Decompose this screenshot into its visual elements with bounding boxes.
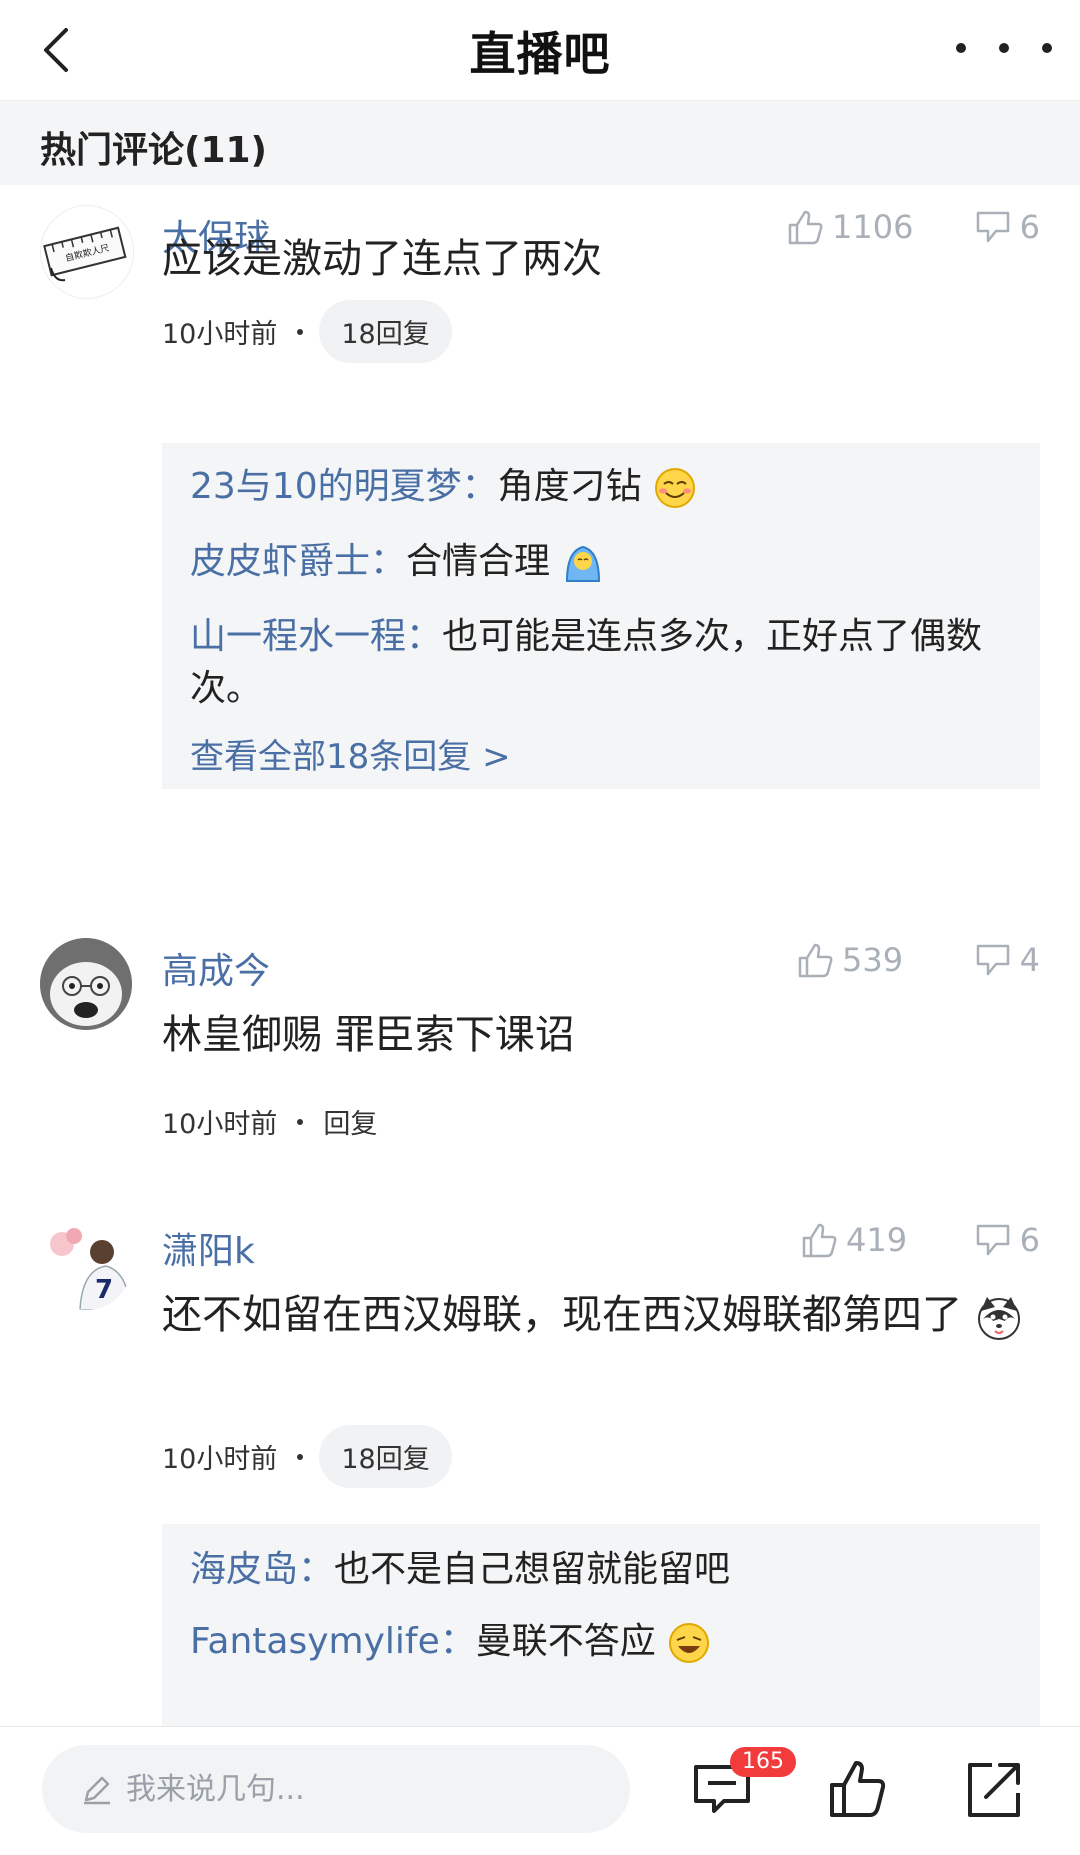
smirk-emoji-icon [655,468,696,508]
share-icon [968,1763,1020,1817]
view-all-replies-link[interactable]: 查看全部18条回复 > [190,729,511,778]
dislike-button[interactable]: 6 [974,1220,1040,1260]
hot-comments-header: 热门评论(11) [0,101,1080,185]
comment-input[interactable] [124,1770,588,1808]
comment-text: 林皇御赐 罪臣索下课诏 [162,1012,575,1058]
avatar[interactable]: 7 [40,1218,132,1310]
replies-panel: 海皮岛：也不是自己想留就能留吧 Fantasymylife：曼联不答应 [162,1524,1040,1726]
thumbs-up-icon [798,943,833,978]
comment-item: 高成今 539 4 林皇御赐 罪臣索下课诏 10小时前 回复 [0,920,1080,1150]
like-icon [830,1761,886,1817]
more-icon [956,43,966,53]
comment-input-box[interactable] [42,1745,630,1833]
bottom-action-bar: 165 [0,1726,1080,1855]
comment-text: 应该是激动了连点了两次 [162,236,602,282]
laughing-emoji-icon [669,1623,710,1663]
comment-item: 7 潇阳k 419 6 还不如留在西汉姆联，现在西汉姆联都第四了 10小时前 1… [0,1200,1080,1726]
reply-item[interactable]: 皮皮虾爵士：合情合理 [190,536,1020,588]
reply-username[interactable]: 山一程水一程： [190,616,442,657]
comment-count-badge: 165 [730,1747,796,1777]
husky-emoji-icon [977,1297,1020,1340]
dog-avatar-image [40,938,132,1030]
dislike-button[interactable]: 4 [974,940,1040,980]
dislike-count: 6 [1019,1221,1040,1259]
ruler-avatar-image: 自欺欺人尺 [43,226,127,282]
reply-count-button[interactable]: 18回复 [319,300,452,363]
comment-username[interactable]: 高成今 [162,942,270,994]
reply-text: 合情合理 [406,541,551,582]
reply-username[interactable]: 皮皮虾爵士： [190,541,406,582]
thumbs-down-icon [976,944,1009,976]
comment-text-content: 还不如留在西汉姆联，现在西汉姆联都第四了 [162,1292,962,1338]
comment-meta: 10小时前 回复 [162,1102,377,1141]
thumbs-up-icon [802,1223,837,1258]
more-button[interactable] [956,28,1052,68]
page-title: 直播吧 [469,27,611,81]
share-button[interactable] [962,1757,1026,1821]
top-nav-bar: 直播吧 [0,0,1080,101]
avatar[interactable]: 自欺欺人尺 [40,205,134,299]
reply-username[interactable]: Fantasymylife： [190,1621,476,1662]
replies-panel: 23与10的明夏梦：角度刁钻 皮皮虾爵士：合情合理 山一程水一程：也可能是连点多… [162,443,1040,789]
reply-username[interactable]: 23与10的明夏梦： [190,466,498,507]
like-count: 539 [842,941,904,979]
svg-text:7: 7 [95,1275,113,1305]
reply-item[interactable]: 山一程水一程：也可能是连点多次，正好点了偶数次。 [190,611,1020,715]
reply-item[interactable]: Fantasymylife：曼联不答应 [190,1616,1020,1668]
comment-meta: 10小时前 18回复 [162,300,452,363]
comment-username[interactable]: 潇阳k [162,1222,255,1274]
like-button[interactable]: 539 [796,940,903,980]
reply-username[interactable]: 海皮岛： [190,1549,334,1590]
comment-meta: 10小时前 18回复 [162,1425,452,1488]
like-article-button[interactable] [826,1757,890,1821]
reply-button[interactable]: 回复 [323,1102,377,1141]
comment-text: 还不如留在西汉姆联，现在西汉姆联都第四了 [162,1286,1042,1344]
thumbs-down-icon [976,1224,1009,1256]
comment-time: 10小时前 [162,1444,278,1475]
pen-icon [84,1776,110,1805]
comment-time: 10小时前 [162,1109,278,1140]
blanket-emoji-icon [566,545,601,582]
comment-item: 自欺欺人尺 太保球 1106 6 应该是激动了连点了两次 10小时前 18回复 … [0,185,1080,875]
dislike-count: 4 [1019,941,1040,979]
comment-time: 10小时前 [162,319,278,350]
reply-count-button[interactable]: 18回复 [319,1425,452,1488]
like-count: 419 [846,1221,908,1259]
reply-item[interactable]: 23与10的明夏梦：角度刁钻 [190,461,1020,513]
player-avatar-image: 7 [40,1218,132,1310]
reply-text: 角度刁钻 [497,466,642,507]
avatar[interactable] [40,938,132,1030]
section-title: 热门评论(11) [40,130,268,171]
like-button[interactable]: 419 [800,1220,907,1260]
reply-text: 也不是自己想留就能留吧 [334,1549,731,1590]
reply-text: 曼联不答应 [475,1621,656,1662]
reply-item[interactable]: 海皮岛：也不是自己想留就能留吧 [190,1544,1020,1596]
